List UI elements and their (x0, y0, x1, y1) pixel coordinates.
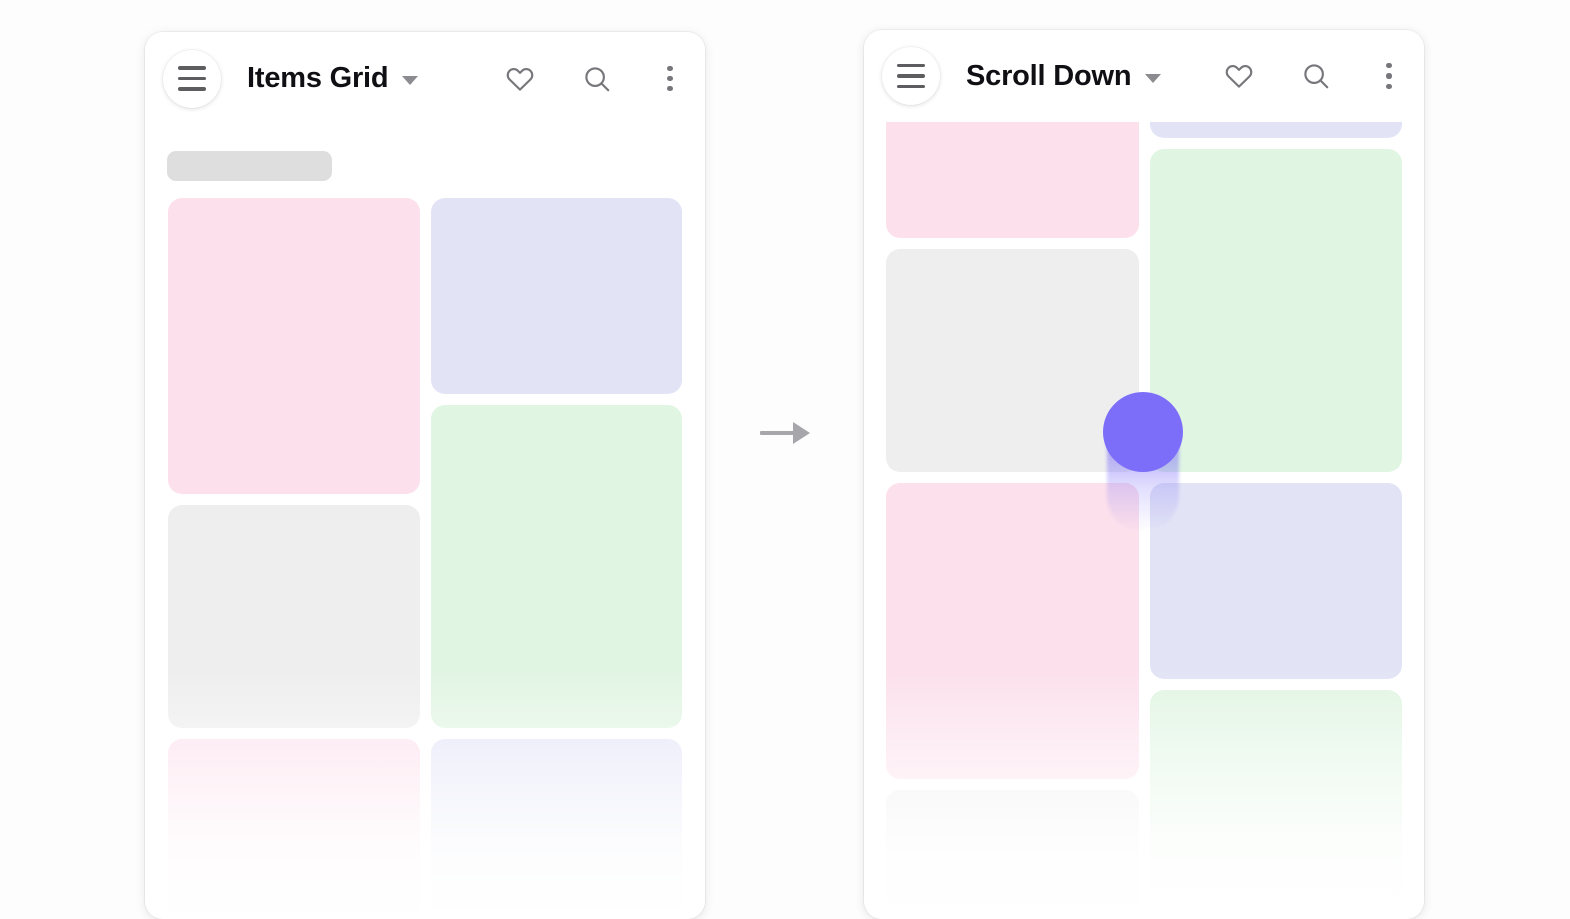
hamburger-menu-icon[interactable] (882, 47, 940, 105)
scroll-container-after[interactable] (864, 30, 1424, 919)
grid-tile[interactable] (1149, 483, 1402, 679)
app-bar-after: Scroll Down (864, 30, 1424, 122)
hamburger-menu-icon[interactable] (163, 49, 221, 108)
grid-tile[interactable] (1149, 149, 1402, 472)
heart-icon[interactable] (503, 62, 537, 96)
grid-tile[interactable] (430, 739, 682, 919)
app-bar-actions (503, 62, 683, 96)
grid-tile[interactable] (168, 739, 420, 919)
page-title: Items Grid (247, 62, 389, 94)
page-title: Scroll Down (966, 59, 1132, 92)
phone-panel-after: Scroll Down (864, 30, 1424, 919)
grid-tile[interactable] (430, 405, 682, 728)
grid-column-left (886, 30, 1139, 919)
phone-panel-before: Items Grid (145, 32, 705, 919)
heart-icon[interactable] (1222, 59, 1256, 93)
grid-column-left (168, 198, 420, 919)
grid-tile[interactable] (886, 249, 1139, 472)
placeholder-chip (167, 151, 332, 181)
items-grid-before (145, 198, 705, 919)
app-bar-before: Items Grid (145, 32, 705, 125)
chevron-down-icon[interactable] (1145, 73, 1162, 83)
scroll-container-before[interactable] (145, 32, 705, 919)
grid-tile[interactable] (886, 483, 1139, 779)
grid-tile[interactable] (168, 505, 420, 728)
grid-tile[interactable] (168, 198, 420, 494)
grid-tile[interactable] (886, 790, 1139, 919)
items-grid-after (864, 30, 1424, 919)
grid-column-right (1149, 30, 1402, 919)
flow-stage: Items Grid Scroll Down (0, 0, 1570, 919)
chevron-down-icon[interactable] (402, 76, 419, 85)
app-bar-actions (1222, 59, 1402, 93)
search-icon[interactable] (580, 62, 614, 96)
arrow-right-icon (760, 418, 812, 448)
more-vert-icon[interactable] (657, 62, 683, 96)
grid-tile[interactable] (1149, 690, 1402, 919)
grid-tile[interactable] (430, 198, 682, 394)
grid-column-right (430, 198, 682, 919)
more-vert-icon[interactable] (1376, 59, 1402, 93)
search-icon[interactable] (1299, 59, 1333, 93)
